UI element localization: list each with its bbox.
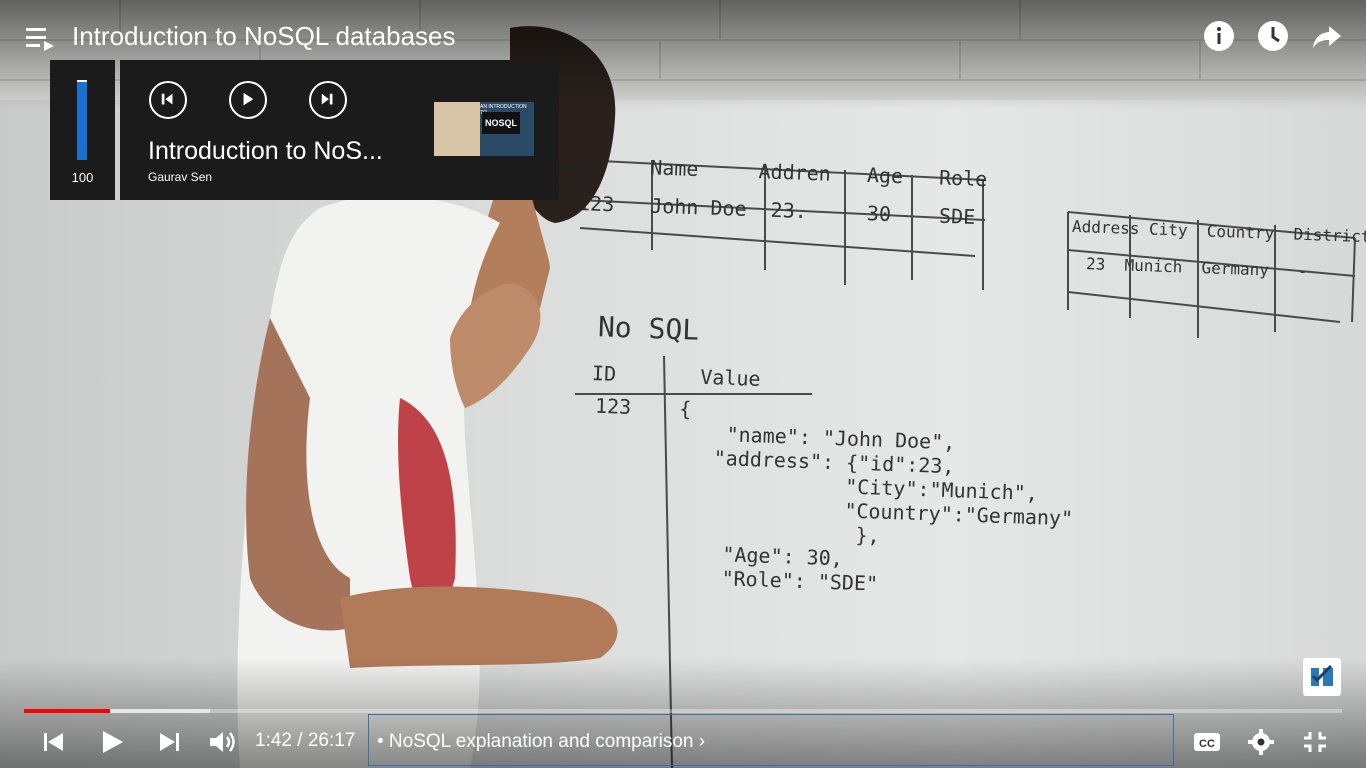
play-button[interactable] bbox=[94, 726, 130, 758]
volume-slider-fill bbox=[77, 81, 87, 160]
play-icon[interactable] bbox=[229, 81, 267, 119]
captions-button[interactable]: CC bbox=[1189, 726, 1225, 758]
video-title[interactable]: Introduction to NoSQL databases bbox=[72, 20, 456, 52]
volume-value: 100 bbox=[71, 170, 94, 185]
channel-logo-icon bbox=[1311, 664, 1333, 686]
volume-button[interactable] bbox=[204, 726, 240, 758]
svg-text:CC: CC bbox=[1199, 738, 1215, 750]
skip-next-icon[interactable] bbox=[309, 81, 347, 119]
clock-icon[interactable] bbox=[1257, 20, 1289, 52]
chapter-button[interactable]: • NoSQL explanation and comparison › bbox=[368, 714, 1174, 766]
playlist-icon[interactable] bbox=[26, 26, 54, 52]
channel-watermark[interactable] bbox=[1303, 658, 1341, 696]
media-artist: Gaurav Sen bbox=[148, 170, 213, 184]
progress-track bbox=[24, 709, 1342, 713]
thumbnail-photo bbox=[434, 102, 480, 156]
media-thumbnail: AN INTRODUCTION TO NOSQL bbox=[434, 102, 534, 156]
thumbnail-badge: NOSQL bbox=[482, 112, 520, 134]
exit-fullscreen-button[interactable] bbox=[1297, 726, 1333, 758]
chapter-title: • NoSQL explanation and comparison bbox=[377, 731, 694, 752]
share-icon[interactable] bbox=[1311, 20, 1343, 52]
previous-video-button[interactable] bbox=[36, 726, 72, 758]
system-volume-flyout[interactable]: 100 bbox=[50, 60, 115, 200]
info-icon[interactable] bbox=[1203, 20, 1235, 52]
chevron-right-icon: › bbox=[698, 731, 706, 752]
chapter-label-group: • NoSQL explanation and comparison › bbox=[377, 731, 705, 753]
next-video-button[interactable] bbox=[152, 726, 188, 758]
volume-slider-track[interactable] bbox=[77, 80, 87, 160]
player-controls: 1:42 / 26:17 • NoSQL explanation and com… bbox=[0, 714, 1366, 768]
settings-button[interactable] bbox=[1243, 726, 1279, 758]
skip-previous-icon[interactable] bbox=[149, 81, 187, 119]
media-title: Introduction to NoS... bbox=[148, 137, 383, 165]
media-controls-flyout: Introduction to NoS... Gaurav Sen AN INT… bbox=[120, 60, 559, 200]
progress-played bbox=[24, 709, 110, 713]
time-display: 1:42 / 26:17 bbox=[255, 730, 356, 751]
